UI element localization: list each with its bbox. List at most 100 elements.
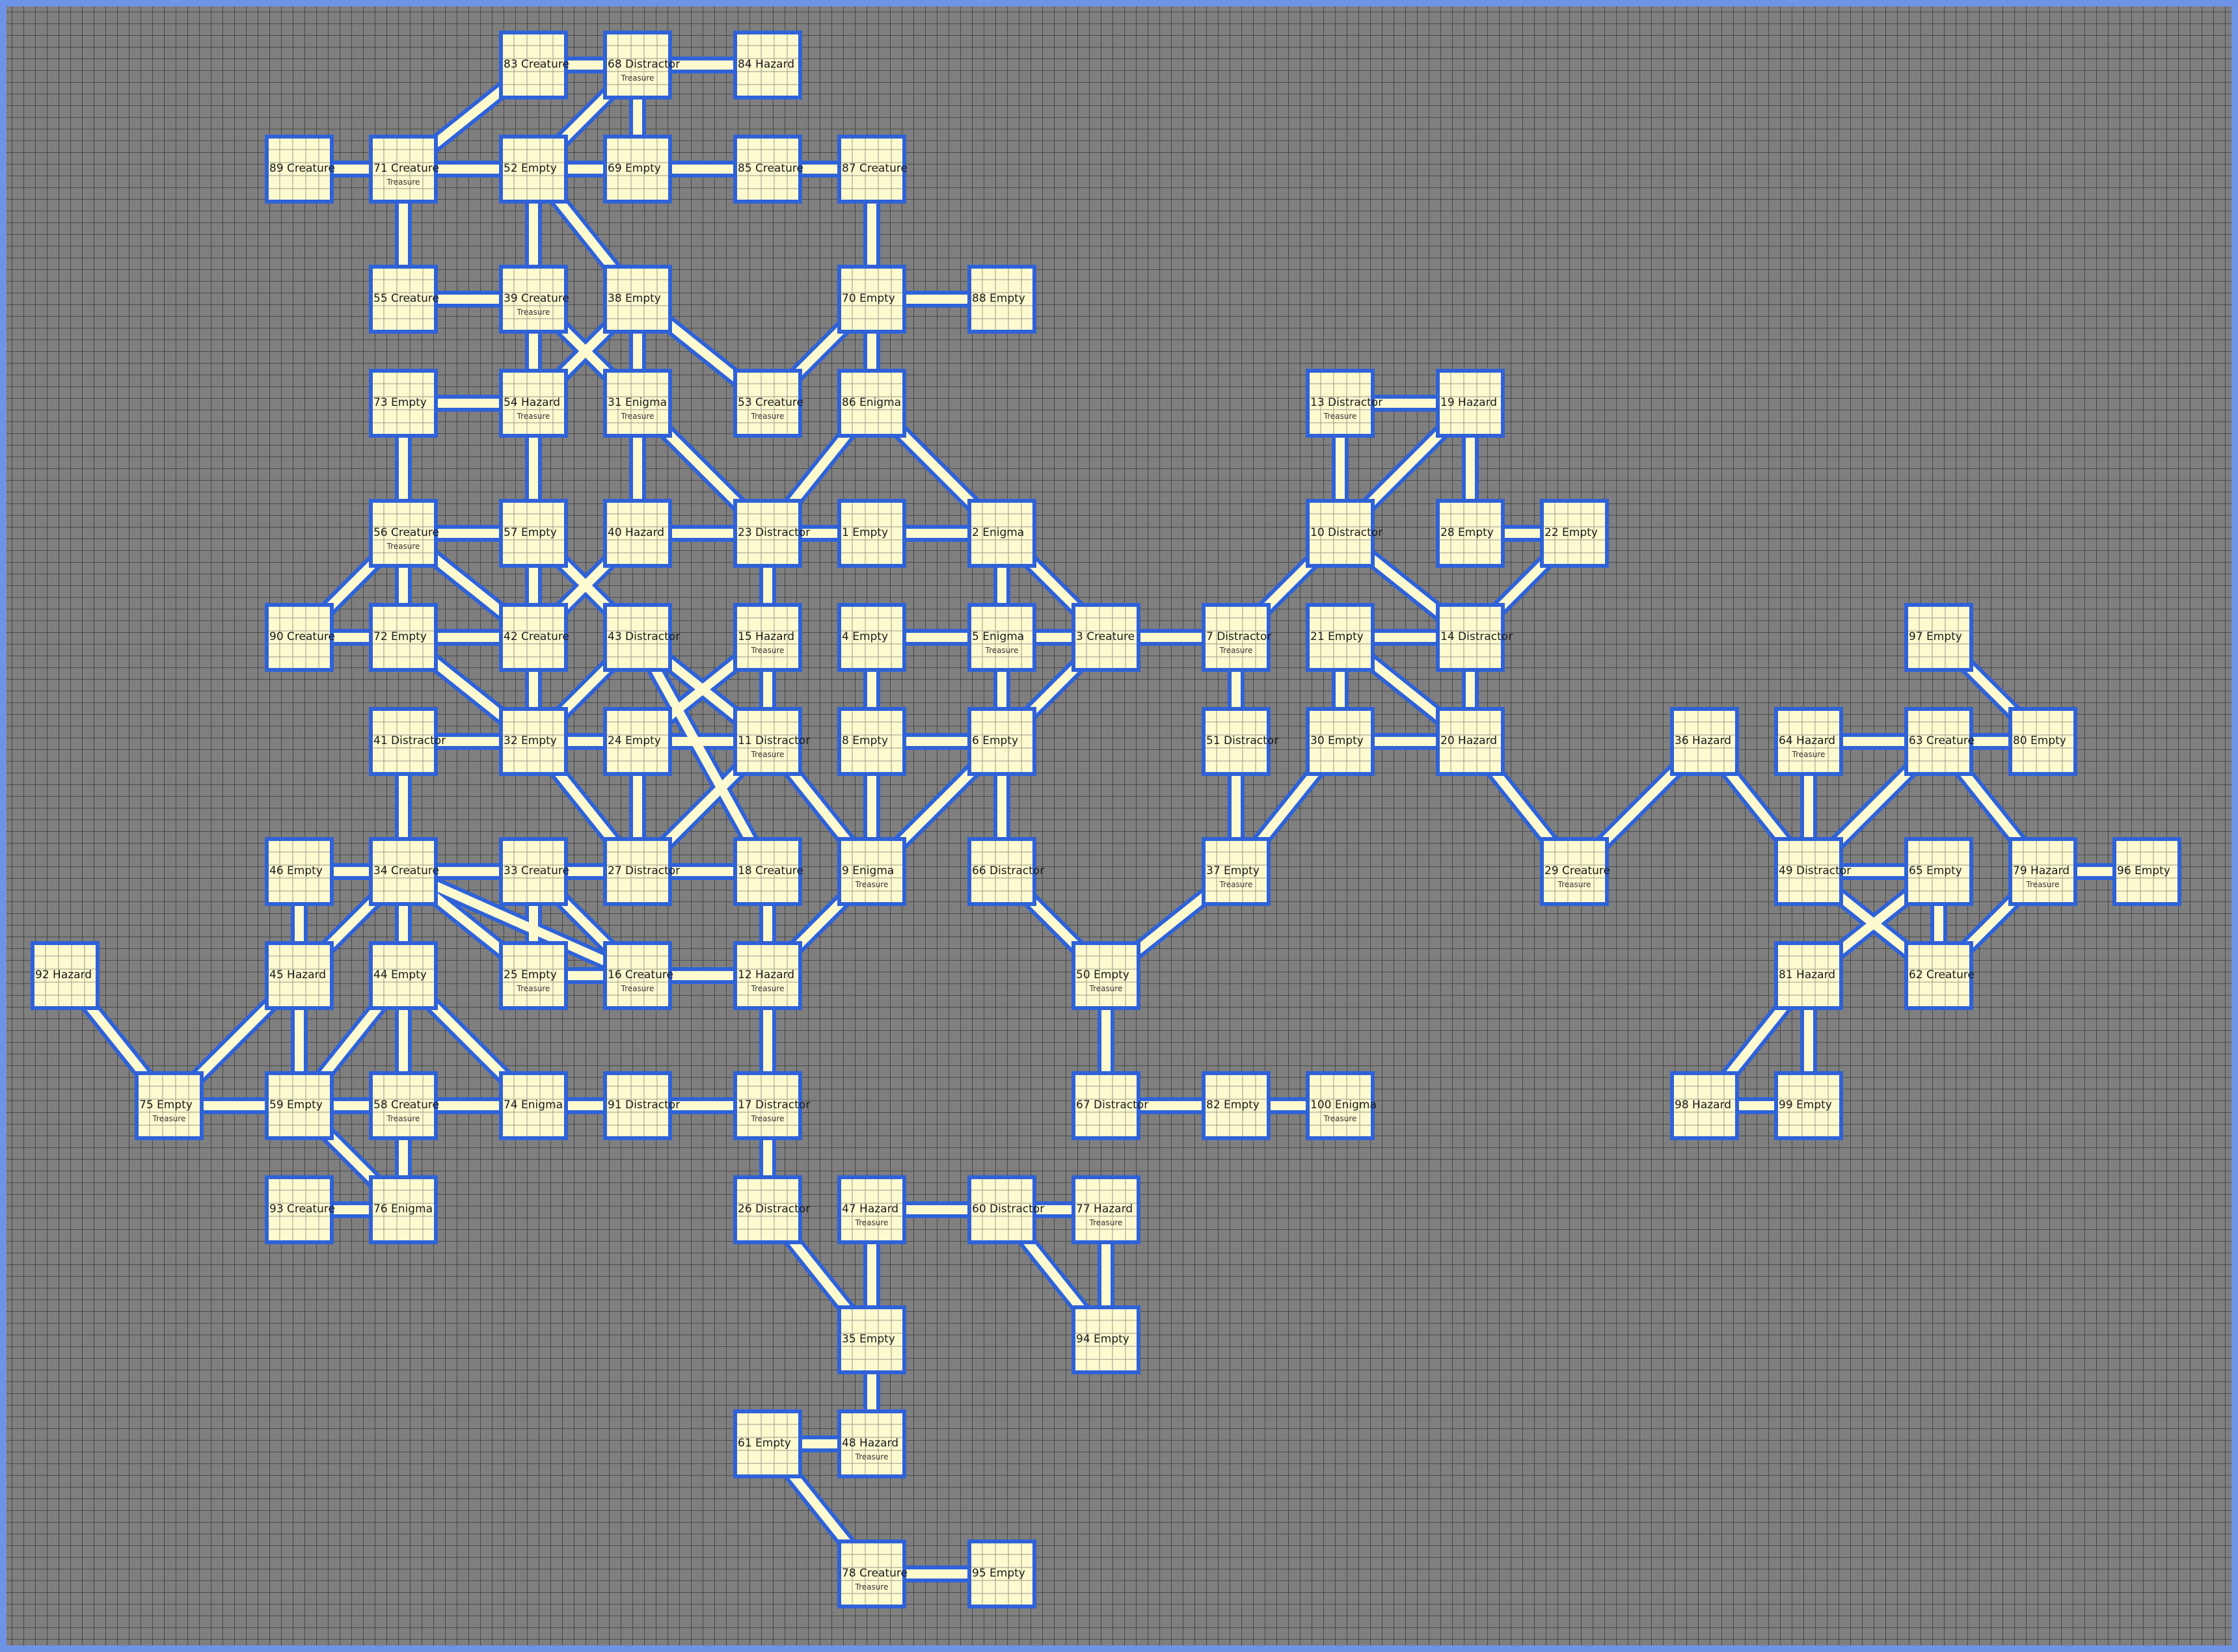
room-31[interactable]: 31 Enigma Treasure [603, 369, 672, 438]
room-23[interactable]: 23 Distractor [733, 499, 810, 568]
room-10[interactable]: 10 Distractor [1306, 499, 1382, 568]
room-56[interactable]: 56 Creature Treasure [369, 499, 439, 568]
room-20[interactable]: 20 Hazard [1436, 707, 1505, 776]
room-36[interactable]: 36 Hazard [1670, 707, 1739, 776]
room-43[interactable]: 43 Distractor [603, 603, 680, 672]
room-89[interactable]: 89 Creature [265, 135, 335, 204]
room-74[interactable]: 74 Enigma [499, 1071, 568, 1140]
room-65[interactable]: 65 Empty [1904, 837, 1973, 906]
room-85[interactable]: 85 Creature [733, 135, 803, 204]
room-55[interactable]: 55 Creature [369, 265, 439, 334]
room-14[interactable]: 14 Distractor [1436, 603, 1513, 672]
room-7[interactable]: 7 Distractor Treasure [1202, 603, 1271, 672]
room-52[interactable]: 52 Empty [499, 135, 568, 204]
room-9[interactable]: 9 Enigma Treasure [837, 837, 906, 906]
room-49[interactable]: 49 Distractor [1774, 837, 1851, 906]
room-1[interactable]: 1 Empty [837, 499, 906, 568]
room-73[interactable]: 73 Empty [369, 369, 438, 438]
room-61[interactable]: 61 Empty [733, 1409, 802, 1478]
room-15[interactable]: 15 Hazard Treasure [733, 603, 802, 672]
room-59[interactable]: 59 Empty [265, 1071, 334, 1140]
room-5[interactable]: 5 Enigma Treasure [967, 603, 1036, 672]
room-76[interactable]: 76 Enigma [369, 1175, 438, 1244]
room-100[interactable]: 100 Enigma Treasure [1306, 1071, 1377, 1140]
room-95[interactable]: 95 Empty [967, 1539, 1036, 1608]
room-45[interactable]: 45 Hazard [265, 941, 334, 1010]
room-86[interactable]: 86 Enigma [837, 369, 906, 438]
room-41[interactable]: 41 Distractor [369, 707, 446, 776]
room-63[interactable]: 63 Creature [1904, 707, 1975, 776]
room-29[interactable]: 29 Creature Treasure [1540, 837, 1610, 906]
room-13[interactable]: 13 Distractor Treasure [1306, 369, 1382, 438]
room-64[interactable]: 64 Hazard Treasure [1774, 707, 1843, 776]
room-91[interactable]: 91 Distractor [603, 1071, 680, 1140]
room-18[interactable]: 18 Creature [733, 837, 803, 906]
room-24[interactable]: 24 Empty [603, 707, 672, 776]
room-25[interactable]: 25 Empty Treasure [499, 941, 568, 1010]
room-99[interactable]: 99 Empty [1774, 1071, 1843, 1140]
room-33[interactable]: 33 Creature [499, 837, 569, 906]
room-68[interactable]: 68 Distractor Treasure [603, 31, 680, 100]
room-87[interactable]: 87 Creature [837, 135, 908, 204]
room-81[interactable]: 81 Hazard [1774, 941, 1843, 1010]
room-72[interactable]: 72 Empty [369, 603, 438, 672]
room-48[interactable]: 48 Hazard Treasure [837, 1409, 906, 1478]
room-80[interactable]: 80 Empty [2008, 707, 2077, 776]
room-46[interactable]: 46 Empty [265, 837, 334, 906]
room-54[interactable]: 54 Hazard Treasure [499, 369, 568, 438]
room-6[interactable]: 6 Empty [967, 707, 1036, 776]
room-70[interactable]: 70 Empty [837, 265, 906, 334]
room-4[interactable]: 4 Empty [837, 603, 906, 672]
room-39[interactable]: 39 Creature Treasure [499, 265, 569, 334]
room-2[interactable]: 2 Enigma [967, 499, 1036, 568]
room-79[interactable]: 79 Hazard Treasure [2008, 837, 2077, 906]
room-93[interactable]: 93 Creature [265, 1175, 335, 1244]
room-12[interactable]: 12 Hazard Treasure [733, 941, 802, 1010]
room-92[interactable]: 92 Hazard [31, 941, 100, 1010]
room-60[interactable]: 60 Distractor [967, 1175, 1044, 1244]
room-16[interactable]: 16 Creature Treasure [603, 941, 673, 1010]
room-78[interactable]: 78 Creature Treasure [837, 1539, 908, 1608]
room-77[interactable]: 77 Hazard Treasure [1072, 1175, 1140, 1244]
room-88[interactable]: 88 Empty [967, 265, 1036, 334]
room-66[interactable]: 66 Distractor [967, 837, 1044, 906]
room-51[interactable]: 51 Distractor [1202, 707, 1278, 776]
room-17[interactable]: 17 Distractor Treasure [733, 1071, 810, 1140]
room-82[interactable]: 82 Empty [1202, 1071, 1271, 1140]
room-83[interactable]: 83 Creature [499, 31, 569, 100]
room-69[interactable]: 69 Empty [603, 135, 672, 204]
room-71[interactable]: 71 Creature Treasure [369, 135, 439, 204]
room-8[interactable]: 8 Empty [837, 707, 906, 776]
room-32[interactable]: 32 Empty [499, 707, 568, 776]
room-47[interactable]: 47 Hazard Treasure [837, 1175, 906, 1244]
room-28[interactable]: 28 Empty [1436, 499, 1505, 568]
room-34[interactable]: 34 Creature [369, 837, 439, 906]
room-42[interactable]: 42 Creature [499, 603, 569, 672]
room-21[interactable]: 21 Empty [1306, 603, 1375, 672]
room-50[interactable]: 50 Empty Treasure [1072, 941, 1140, 1010]
room-58[interactable]: 58 Creature Treasure [369, 1071, 439, 1140]
room-57[interactable]: 57 Empty [499, 499, 568, 568]
room-53[interactable]: 53 Creature Treasure [733, 369, 803, 438]
room-37[interactable]: 37 Empty Treasure [1202, 837, 1271, 906]
room-22[interactable]: 22 Empty [1540, 499, 1609, 568]
room-96[interactable]: 96 Empty [2112, 837, 2181, 906]
room-75[interactable]: 75 Empty Treasure [135, 1071, 204, 1140]
room-97[interactable]: 97 Empty [1904, 603, 1973, 672]
room-11[interactable]: 11 Distractor Treasure [733, 707, 810, 776]
room-35[interactable]: 35 Empty [837, 1305, 906, 1374]
room-84[interactable]: 84 Hazard [733, 31, 802, 100]
room-94[interactable]: 94 Empty [1072, 1305, 1140, 1374]
room-27[interactable]: 27 Distractor [603, 837, 680, 906]
room-30[interactable]: 30 Empty [1306, 707, 1375, 776]
room-90[interactable]: 90 Creature [265, 603, 335, 672]
room-19[interactable]: 19 Hazard [1436, 369, 1505, 438]
room-3[interactable]: 3 Creature [1072, 603, 1140, 672]
room-67[interactable]: 67 Distractor [1072, 1071, 1148, 1140]
room-38[interactable]: 38 Empty [603, 265, 672, 334]
room-40[interactable]: 40 Hazard [603, 499, 672, 568]
room-26[interactable]: 26 Distractor [733, 1175, 810, 1244]
room-62[interactable]: 62 Creature [1904, 941, 1975, 1010]
room-98[interactable]: 98 Hazard [1670, 1071, 1739, 1140]
room-44[interactable]: 44 Empty [369, 941, 438, 1010]
